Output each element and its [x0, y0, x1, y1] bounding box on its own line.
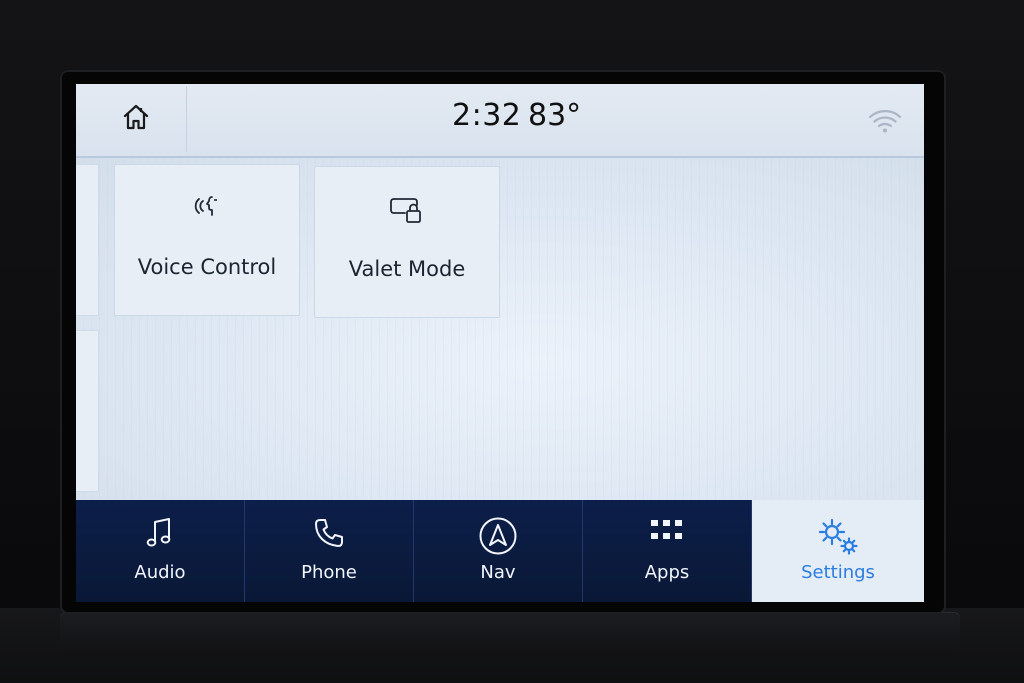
- tile-label: Voice Control: [137, 255, 277, 279]
- navigation-icon: [478, 516, 518, 560]
- settings-content-area: Voice Control Valet Mode: [76, 158, 924, 565]
- nav-navigation[interactable]: Nav: [414, 500, 583, 602]
- previous-tile-edge-lower: [76, 330, 99, 492]
- nav-apps[interactable]: Apps: [583, 500, 752, 602]
- phone-icon: [312, 516, 346, 554]
- nav-label: Nav: [480, 562, 516, 583]
- home-button[interactable]: [86, 86, 187, 152]
- valet-mode-icon: [388, 193, 426, 231]
- nav-audio[interactable]: Audio: [76, 500, 245, 602]
- music-note-icon: [145, 516, 175, 554]
- infotainment-screen: 2:32 83° Voice Control Valet Mode Audio …: [76, 84, 924, 602]
- wifi-icon: [868, 108, 902, 138]
- bottom-nav-bar: Audio Phone Nav Apps Settings: [76, 500, 924, 602]
- home-icon: [121, 102, 151, 136]
- nav-label: Phone: [301, 562, 357, 583]
- nav-settings[interactable]: Settings: [752, 500, 924, 602]
- previous-tile-edge: [76, 164, 99, 316]
- valet-mode-tile[interactable]: Valet Mode: [314, 166, 500, 318]
- status-bar: 2:32 83°: [76, 84, 924, 158]
- clock-time: 2:32: [452, 98, 522, 133]
- apps-grid-icon: [649, 516, 685, 550]
- voice-control-icon: [191, 191, 223, 227]
- outside-temperature: 83°: [528, 98, 582, 133]
- voice-control-tile[interactable]: Voice Control: [114, 164, 300, 316]
- tile-label: Valet Mode: [348, 257, 466, 281]
- settings-gear-icon: [815, 516, 861, 562]
- nav-phone[interactable]: Phone: [245, 500, 414, 602]
- nav-label: Settings: [801, 562, 875, 583]
- dashboard-ridge: [60, 612, 960, 652]
- nav-label: Apps: [644, 562, 690, 583]
- nav-label: Audio: [134, 562, 186, 583]
